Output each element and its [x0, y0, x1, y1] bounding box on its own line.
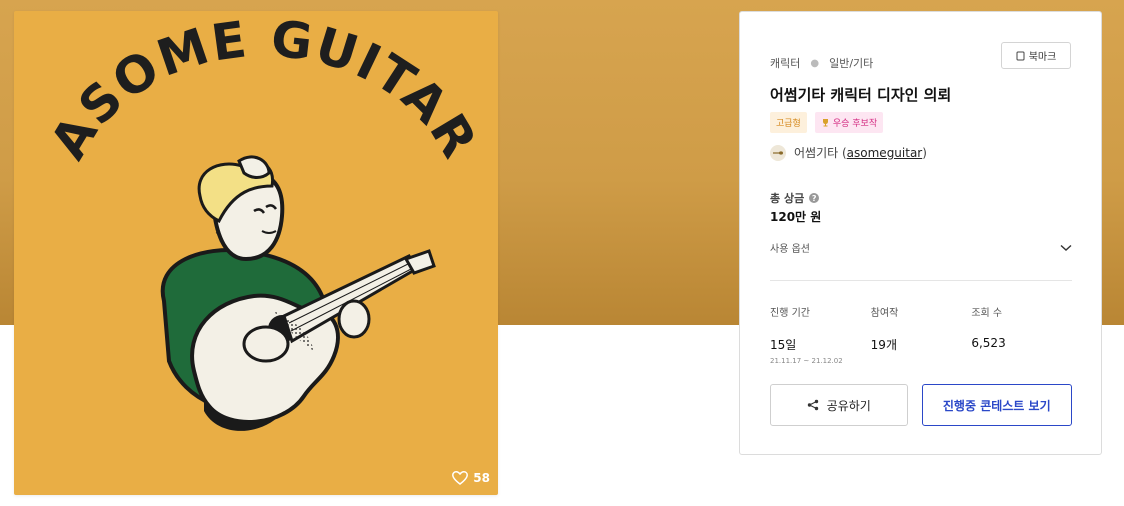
subcategory-label[interactable]: 일반/기타: [829, 55, 873, 71]
avatar: [770, 144, 786, 161]
grade-badge-label: 고급형: [776, 119, 801, 129]
candidate-badge: 우승 후보작: [814, 112, 884, 133]
trophy-icon: [822, 119, 828, 127]
prize-label-text: 총 상금: [770, 192, 805, 205]
category-label[interactable]: 캐릭터: [770, 55, 800, 71]
stat-period: 진행 기간 15일 21.11.17 ~ 21.12.02: [770, 304, 871, 365]
like-count: 58: [473, 471, 490, 485]
share-button[interactable]: 공유하기: [770, 384, 908, 426]
prize-value: 120만 원: [770, 210, 822, 224]
action-buttons: 공유하기 진행중 콘테스트 보기: [770, 384, 1072, 426]
view-ongoing-label: 진행중 콘테스트 보기: [942, 398, 1051, 413]
stat-period-dates: 21.11.17 ~ 21.12.02: [770, 357, 843, 365]
contest-stats: 진행 기간 15일 21.11.17 ~ 21.12.02 참여작 19개 조회…: [770, 304, 1072, 365]
stat-entries: 참여작 19개: [871, 304, 972, 365]
owner-name: 어썸기타: [794, 146, 839, 160]
owner-handle[interactable]: asomeguitar: [847, 146, 923, 160]
chevron-down-icon: [1060, 244, 1072, 251]
contest-artwork[interactable]: ASOME GUITAR 58: [14, 11, 498, 495]
breadcrumb: 캐릭터 ● 일반/기타: [770, 55, 873, 71]
badge-list: 고급형 우승 후보작: [770, 112, 884, 133]
guitar-character-illustration: ASOME GUITAR: [39, 11, 488, 431]
stat-entries-value: 19개: [870, 338, 897, 352]
prize-label: 총 상금 ?: [770, 190, 820, 206]
contest-info-card: 캐릭터 ● 일반/기타 북마크 어썸기타 캐릭터 디자인 의뢰 고급형 우승 후…: [739, 11, 1102, 455]
bookmark-button[interactable]: 북마크: [1001, 42, 1071, 69]
owner-info[interactable]: 어썸기타 (asomeguitar): [770, 144, 927, 161]
help-icon[interactable]: ?: [809, 193, 820, 203]
separator-dot: ●: [810, 57, 820, 69]
heart-icon: [452, 471, 469, 485]
view-ongoing-contests-button[interactable]: 진행중 콘테스트 보기: [921, 384, 1072, 426]
bookmark-icon: [1016, 51, 1025, 60]
page-title: 어썸기타 캐릭터 디자인 의뢰: [770, 86, 952, 104]
stat-period-label: 진행 기간: [770, 308, 810, 319]
stat-period-value: 15일: [770, 338, 797, 352]
stat-views-value: 6,523: [971, 336, 1006, 350]
stat-entries-label: 참여작: [870, 308, 899, 319]
stat-views-label: 조회 수: [971, 308, 1003, 319]
like-counter[interactable]: 58: [452, 471, 490, 485]
guitar-logo-icon: [773, 150, 783, 155]
bookmark-label: 북마크: [1028, 52, 1057, 63]
artwork-logo-text: ASOME GUITAR: [39, 11, 488, 169]
candidate-badge-label: 우승 후보작: [832, 119, 878, 129]
share-icon: [807, 399, 818, 411]
share-label: 공유하기: [826, 398, 871, 413]
usage-options-toggle[interactable]: 사용 옵션: [770, 240, 1072, 255]
divider: [770, 280, 1072, 281]
stat-views: 조회 수 6,523: [971, 304, 1072, 365]
usage-options-label: 사용 옵션: [770, 244, 810, 255]
grade-badge: 고급형: [770, 112, 807, 133]
